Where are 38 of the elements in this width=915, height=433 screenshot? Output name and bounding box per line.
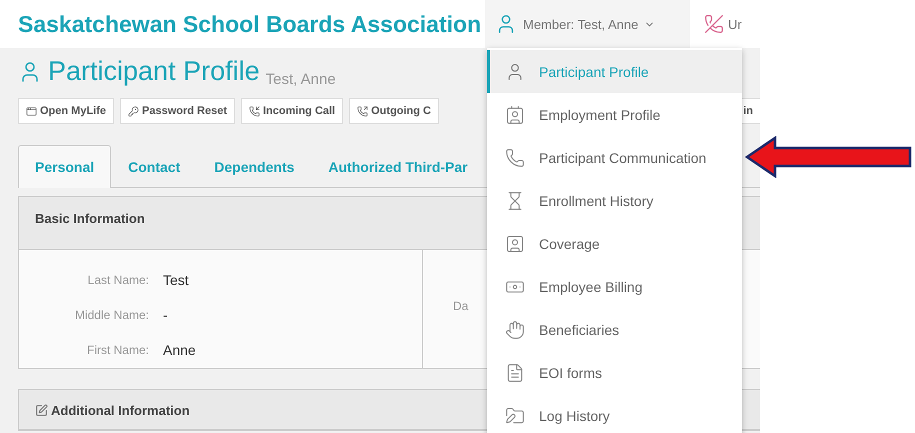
menu-item[interactable]: Participant Communication bbox=[487, 136, 742, 179]
field-label: Middle Name: bbox=[74, 308, 149, 322]
member-menu-button[interactable]: Member: Test, Anne bbox=[485, 0, 690, 48]
page-title: Participant Profile bbox=[18, 56, 260, 87]
participant-name: Test, Anne bbox=[266, 70, 336, 88]
hand-icon bbox=[505, 320, 525, 340]
phone-icon bbox=[505, 148, 525, 168]
toolbar-button[interactable]: Open MyLife bbox=[18, 98, 114, 124]
panel-title: Additional Information bbox=[35, 403, 190, 418]
field-label: Last Name: bbox=[86, 272, 149, 286]
panel-title: Basic Information bbox=[35, 211, 145, 226]
contact-icon bbox=[505, 104, 525, 124]
menu-item[interactable]: Coverage bbox=[487, 222, 742, 265]
phone-outgoing-icon bbox=[357, 106, 368, 116]
menu-item[interactable]: Log History bbox=[487, 394, 742, 433]
document-icon bbox=[505, 362, 525, 382]
arrow-icon bbox=[745, 136, 912, 178]
toolbar-button[interactable]: Password Reset bbox=[120, 98, 235, 124]
field-label: Da bbox=[453, 299, 468, 313]
menu-item[interactable]: Enrollment History bbox=[487, 179, 742, 222]
phone-off-icon bbox=[704, 14, 724, 34]
menu-item[interactable]: EOI forms bbox=[487, 351, 742, 394]
menu-item[interactable]: Employee Billing bbox=[487, 265, 742, 308]
field-label: First Name: bbox=[86, 342, 149, 356]
key-icon bbox=[128, 106, 140, 116]
user-square-icon bbox=[505, 234, 525, 254]
menu-item[interactable]: Beneficiaries bbox=[487, 308, 742, 351]
phone-incoming-icon bbox=[249, 106, 260, 116]
field-value: Test bbox=[163, 272, 190, 288]
toolbar-button[interactable]: Incoming Call bbox=[241, 98, 344, 124]
menu-item[interactable]: Employment Profile bbox=[487, 93, 742, 136]
toolbar-button[interactable]: Outgoing C bbox=[349, 98, 439, 124]
edit-icon bbox=[35, 404, 48, 417]
site-title: Saskatchewan School Boards Association bbox=[17, 10, 482, 38]
window-icon bbox=[26, 106, 37, 116]
folder-pen-icon bbox=[505, 406, 525, 426]
field-value: Anne bbox=[163, 342, 197, 358]
field-value: - bbox=[163, 306, 169, 322]
